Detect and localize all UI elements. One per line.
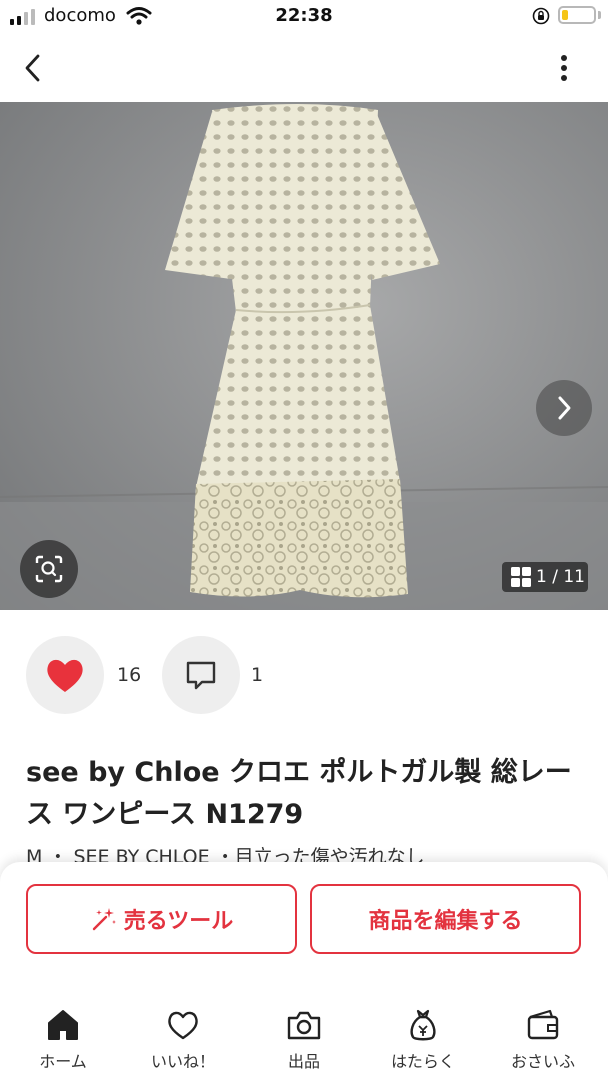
tab-sell[interactable]: 出品 bbox=[249, 1006, 359, 1072]
money-bag-icon bbox=[410, 1009, 436, 1041]
tab-home-label: ホーム bbox=[39, 1052, 87, 1071]
tab-work[interactable]: はたらく bbox=[368, 1006, 478, 1072]
more-options-icon[interactable] bbox=[548, 50, 580, 86]
back-icon[interactable] bbox=[16, 50, 52, 86]
product-image[interactable]: 1 / 11 bbox=[0, 102, 608, 610]
magic-wand-icon bbox=[92, 908, 116, 931]
clock: 22:38 bbox=[275, 5, 333, 26]
image-counter-text: 1 / 11 bbox=[536, 567, 585, 587]
tab-bar: ホーム いいね！ 出品 はたらく おさいふ bbox=[0, 986, 608, 1080]
battery-level bbox=[562, 10, 568, 20]
zoom-button[interactable] bbox=[20, 540, 78, 598]
tab-work-label: はたらく bbox=[391, 1052, 455, 1071]
wallet-icon bbox=[527, 1009, 559, 1040]
product-title: see by Chloe クロエ ポルトガル製 総レース ワンピース N1279 bbox=[26, 757, 572, 830]
camera-icon bbox=[287, 1011, 321, 1040]
nav-bar bbox=[0, 36, 608, 102]
like-count: 16 bbox=[117, 664, 142, 686]
grid-icon bbox=[511, 567, 531, 587]
status-bar: docomo 22:38 bbox=[0, 0, 608, 36]
battery-cap bbox=[598, 11, 601, 19]
comment-button[interactable] bbox=[162, 636, 240, 714]
sell-tool-button[interactable]: 売るツール bbox=[26, 884, 297, 954]
zoom-scan-icon bbox=[35, 555, 63, 583]
tab-likes[interactable]: いいね！ bbox=[128, 1006, 238, 1072]
heart-filled-icon bbox=[47, 659, 83, 692]
action-panel: 売るツール 商品を編集する bbox=[0, 862, 608, 986]
home-icon bbox=[48, 1010, 78, 1040]
heart-outline-icon bbox=[168, 1011, 198, 1040]
comment-count: 1 bbox=[251, 664, 264, 686]
tab-wallet-label: おさいふ bbox=[510, 1052, 575, 1071]
chevron-right-icon bbox=[558, 396, 571, 420]
comment-icon bbox=[186, 661, 216, 690]
edit-item-button[interactable]: 商品を編集する bbox=[310, 884, 581, 954]
tab-home[interactable]: ホーム bbox=[8, 1006, 118, 1072]
rotation-lock-icon bbox=[532, 7, 550, 25]
like-button[interactable] bbox=[26, 636, 104, 714]
battery-icon bbox=[558, 6, 596, 24]
tab-likes-label: いいね！ bbox=[150, 1052, 215, 1071]
sell-tool-label: 売るツール bbox=[123, 909, 234, 934]
next-image-button[interactable] bbox=[536, 380, 592, 436]
tab-sell-label: 出品 bbox=[287, 1052, 320, 1071]
edit-item-label: 商品を編集する bbox=[368, 909, 523, 934]
dress-photo bbox=[0, 102, 608, 610]
tab-wallet[interactable]: おさいふ bbox=[488, 1006, 598, 1072]
image-counter[interactable]: 1 / 11 bbox=[502, 562, 588, 592]
